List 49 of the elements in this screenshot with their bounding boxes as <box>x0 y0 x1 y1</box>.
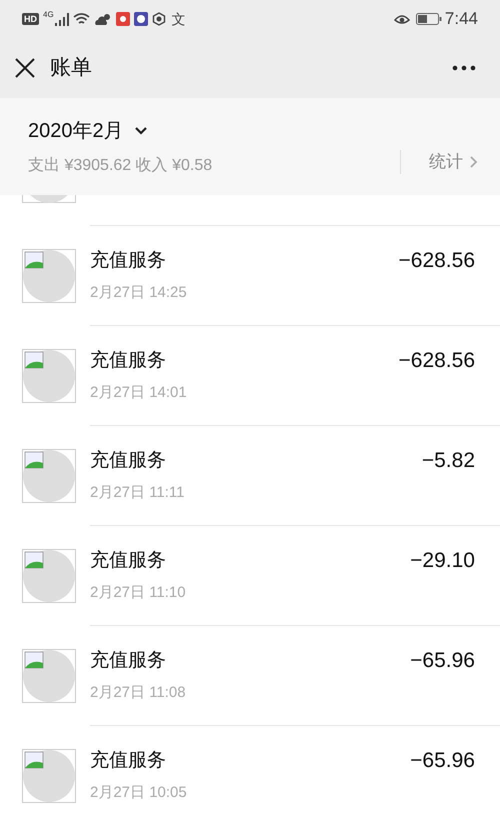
totals-text: 支出 ¥3905.62 收入 ¥0.58 <box>28 156 214 176</box>
transaction-amount: −29.10 <box>410 548 475 574</box>
page-title: 账单 <box>50 55 92 82</box>
more-icon[interactable] <box>452 65 476 71</box>
transaction-row[interactable]: 充值服务 2月27日 11:08 −65.96 <box>0 625 500 725</box>
transaction-row[interactable]: 充值服务 2月27日 11:11 −5.82 <box>0 425 500 525</box>
transaction-row[interactable]: 充值服务 2月27日 14:25 −628.56 <box>0 225 500 325</box>
image-placeholder-icon <box>22 749 76 803</box>
transaction-amount: −628.56 <box>398 348 475 374</box>
transaction-amount: −65.96 <box>410 648 475 674</box>
app-icon <box>134 12 148 26</box>
network-label: 4G <box>43 9 54 21</box>
transaction-title: 充值服务 <box>90 249 167 273</box>
transaction-amount: −65.96 <box>410 748 475 774</box>
image-placeholder-icon <box>22 249 76 303</box>
image-placeholder-icon <box>22 449 76 503</box>
transaction-row[interactable]: 充值服务 2月27日 10:05 −65.96 <box>0 725 500 825</box>
transaction-time: 2月27日 14:01 <box>90 382 188 402</box>
transaction-title: 充值服务 <box>90 449 167 473</box>
transaction-title: 充值服务 <box>90 749 167 773</box>
transaction-time: 2月27日 11:11 <box>90 482 186 502</box>
chevron-right-icon <box>469 154 478 168</box>
transaction-row[interactable]: 充值服务 2月27日 11:10 −29.10 <box>0 525 500 625</box>
close-icon[interactable] <box>14 57 36 79</box>
weather-icon <box>94 12 112 26</box>
image-placeholder-icon <box>22 549 76 603</box>
transaction-time: 2月27日 10:05 <box>90 782 188 802</box>
caret-icon <box>134 126 148 136</box>
input-method-label: 文 <box>172 10 186 28</box>
battery-icon <box>416 13 442 25</box>
transaction-title: 充值服务 <box>90 549 167 573</box>
hd-badge: HD <box>22 13 39 25</box>
month-picker[interactable]: 2020年2月 <box>28 116 400 146</box>
signal-icon <box>54 12 69 26</box>
status-time: 7:44 <box>444 8 478 30</box>
transaction-title: 充值服务 <box>90 349 167 373</box>
eye-icon <box>394 13 410 25</box>
wifi-icon <box>72 12 90 26</box>
app-icon <box>116 12 130 26</box>
transaction-time: 2月27日 11:10 <box>90 582 187 602</box>
transaction-time: 2月27日 11:08 <box>90 682 187 702</box>
transaction-amount: −5.82 <box>422 448 475 474</box>
transaction-amount: −628.56 <box>398 248 475 274</box>
transaction-row[interactable]: 充值服务 2月27日 14:01 −628.56 <box>0 325 500 425</box>
image-placeholder-icon <box>22 649 76 703</box>
hexagon-icon <box>152 12 166 26</box>
transaction-time: 2月27日 14:25 <box>90 282 188 302</box>
transaction-title: 充值服务 <box>90 649 167 673</box>
image-placeholder-icon <box>22 349 76 403</box>
